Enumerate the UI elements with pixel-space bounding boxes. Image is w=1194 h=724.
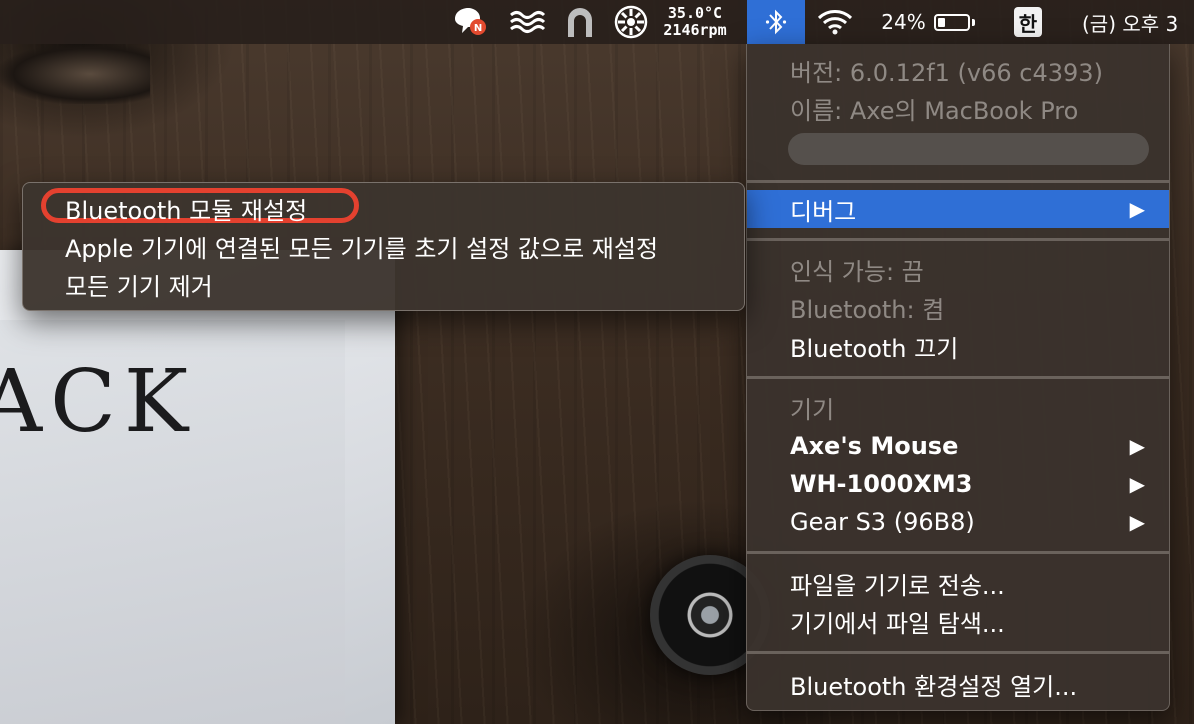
browse-files-item[interactable]: 기기에서 파일 탐색... [747,602,1169,640]
menu-separator [747,551,1169,554]
submenu-arrow-icon: ▶ [1129,510,1145,534]
devices-header: 기기 [790,395,835,424]
arch-shape-icon [568,8,592,37]
wind-waves-icon [510,11,546,33]
cpu-temperature: 35.0°C [667,4,723,22]
bluetooth-menu-extra[interactable] [747,0,805,44]
debug-label: 디버그 [790,197,857,226]
bluetooth-icon [765,9,787,35]
submenu-arrow-icon: ▶ [1129,434,1145,458]
fan-wheel-icon [614,5,648,39]
input-method-badge: 한 [1014,7,1042,37]
submenu-arrow-icon: ▶ [1129,197,1145,221]
battery-body [933,13,970,31]
chat-bubble-icon: N [455,8,486,35]
redacted-address-bar [788,133,1149,165]
device-item-wh-1000xm3[interactable]: WH-1000XM3 ▶ [747,465,1169,503]
clock-text: (금) 오후 3 [1082,11,1179,36]
menu-separator [747,376,1169,379]
remove-all-devices-item[interactable]: 모든 기기 제거 [65,265,213,303]
reset-bluetooth-module-item[interactable]: Bluetooth 모듈 재설정 [65,189,307,227]
submenu-arrow-icon: ▶ [1129,472,1145,496]
arch-icon[interactable] [560,0,600,44]
device-name: WH-1000XM3 [790,470,973,498]
menu-separator [747,180,1169,183]
bluetooth-name-label: 이름: Axe의 MacBook Pro [747,89,1169,127]
bluetooth-status-label: Bluetooth: 켬 [790,295,945,324]
wind-icon[interactable] [504,0,550,44]
battery-icon [933,13,975,31]
device-name: Gear S3 (96B8) [790,508,975,536]
bluetooth-name-text: 이름: Axe의 MacBook Pro [790,96,1079,125]
menu-bar: N 35.0°C 2146rpm 24% 한 (금) 오후 3 [0,0,1194,44]
chat-notification-icon[interactable]: N [448,0,492,44]
battery-tip [971,18,975,26]
turn-bluetooth-off-item[interactable]: Bluetooth 끄기 [747,327,1169,365]
debug-menu-item[interactable]: 디버그 ▶ [747,190,1169,228]
bluetooth-version-label: 버전: 6.0.12f1 (v66 c4393) [790,58,1103,87]
fan-speed: 2146rpm [663,21,727,39]
wifi-icon[interactable] [810,0,860,44]
wallpaper-object [0,44,150,104]
factory-reset-apple-devices-item[interactable]: Apple 기기에 연결된 모든 기기를 초기 설정 값으로 재설정 [65,227,658,265]
bluetooth-dropdown-menu: 버전: 6.0.12f1 (v66 c4393) 이름: Axe의 MacBoo… [746,44,1170,711]
input-source-menu[interactable]: 한 [1008,0,1048,44]
wifi-signal-icon [817,10,853,35]
battery-status[interactable]: 24% [872,0,984,44]
fan-icon[interactable] [610,0,652,44]
temperature-fan-readout[interactable]: 35.0°C 2146rpm [652,0,738,44]
battery-percent: 24% [881,10,926,34]
wallpaper-paper-text: ACK [0,352,197,452]
battery-fill [937,17,945,27]
debug-submenu: Bluetooth 모듈 재설정 Apple 기기에 연결된 모든 기기를 초기… [22,182,745,311]
wallpaper-paper [0,250,395,724]
discoverable-status-label: 인식 가능: 끔 [790,257,924,286]
menu-separator [747,238,1169,241]
send-file-item[interactable]: 파일을 기기로 전송... [747,564,1169,602]
notification-badge: N [474,23,482,34]
menubar-clock[interactable]: (금) 오후 3 [1070,0,1194,44]
menu-separator [747,651,1169,654]
device-name: Axe's Mouse [790,432,959,460]
device-item-gear-s3[interactable]: Gear S3 (96B8) ▶ [747,503,1169,541]
open-bluetooth-preferences-item[interactable]: Bluetooth 환경설정 열기... [747,665,1169,703]
device-item-axes-mouse[interactable]: Axe's Mouse ▶ [747,427,1169,465]
